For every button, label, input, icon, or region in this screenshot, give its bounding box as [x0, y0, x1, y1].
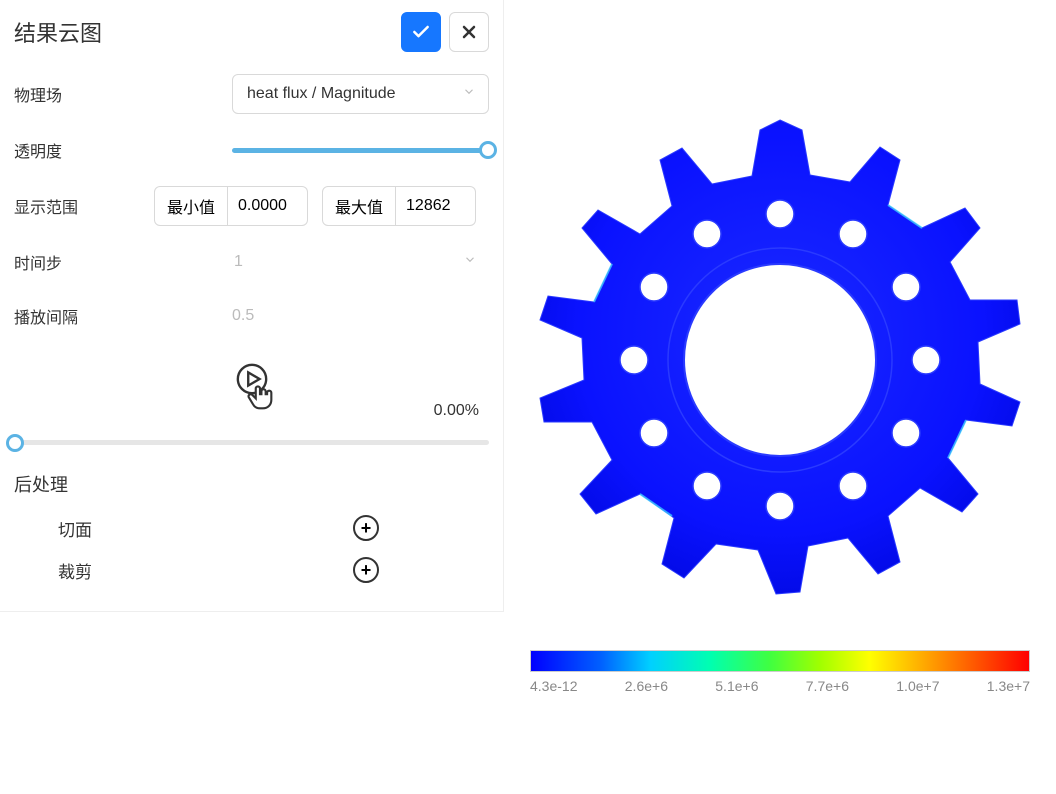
legend-labels: 4.3e-12 2.6e+6 5.1e+6 7.7e+6 1.0e+7 1.3e…: [530, 678, 1030, 694]
range-row: 显示范围 最小值 最大值: [14, 186, 489, 226]
clip-row: 裁剪 +: [14, 557, 489, 583]
range-max-label: 最大值: [322, 186, 396, 226]
chevron-down-icon: [462, 85, 476, 104]
slider-thumb[interactable]: [479, 141, 497, 159]
chevron-down-icon: [463, 253, 477, 272]
legend-tick: 2.6e+6: [625, 678, 668, 694]
plus-icon: +: [361, 518, 372, 539]
physics-row: 物理场 heat flux / Magnitude: [14, 74, 489, 114]
close-icon: [459, 22, 479, 42]
color-legend: 4.3e-12 2.6e+6 5.1e+6 7.7e+6 1.0e+7 1.3e…: [530, 650, 1030, 694]
check-icon: [411, 22, 431, 42]
legend-tick: 4.3e-12: [530, 678, 577, 694]
interval-label: 播放间隔: [14, 304, 124, 328]
timestep-value: 1: [234, 253, 243, 271]
section-row: 切面 +: [14, 515, 489, 541]
legend-tick: 1.3e+7: [987, 678, 1030, 694]
range-label: 显示范围: [14, 194, 124, 218]
postprocess-title: 后处理: [14, 471, 489, 497]
range-max-input[interactable]: [396, 186, 476, 226]
range-min-input[interactable]: [228, 186, 308, 226]
confirm-button[interactable]: [401, 12, 441, 52]
timestep-label: 时间步: [14, 250, 124, 274]
opacity-label: 透明度: [14, 138, 124, 162]
physics-select[interactable]: heat flux / Magnitude: [232, 74, 489, 114]
close-button[interactable]: [449, 12, 489, 52]
time-slider[interactable]: [14, 440, 489, 445]
settings-panel: 结果云图 物理场 heat flux / Magnitude 透明度 显示范围: [0, 0, 504, 612]
section-label: 切面: [58, 516, 92, 541]
opacity-row: 透明度: [14, 132, 489, 168]
panel-title: 结果云图: [14, 16, 102, 48]
add-clip-button[interactable]: +: [353, 557, 379, 583]
slider-thumb[interactable]: [6, 434, 24, 452]
gear-model: [520, 80, 1040, 640]
progress-percent: 0.00%: [434, 402, 479, 420]
add-section-button[interactable]: +: [353, 515, 379, 541]
range-min-group: 最小值: [154, 186, 308, 226]
timestep-select[interactable]: 1: [232, 247, 489, 277]
interval-row: 播放间隔 0.5: [14, 298, 489, 334]
clip-label: 裁剪: [58, 558, 92, 583]
physics-value: heat flux / Magnitude: [247, 85, 396, 103]
legend-gradient: [530, 650, 1030, 672]
legend-tick: 5.1e+6: [715, 678, 758, 694]
viewport-3d[interactable]: 4.3e-12 2.6e+6 5.1e+6 7.7e+6 1.0e+7 1.3e…: [504, 0, 1056, 794]
panel-header: 结果云图: [14, 12, 489, 52]
physics-label: 物理场: [14, 82, 124, 106]
timestep-row: 时间步 1: [14, 244, 489, 280]
legend-tick: 1.0e+7: [896, 678, 939, 694]
interval-value: 0.5: [232, 307, 254, 325]
play-icon: [235, 362, 269, 396]
opacity-slider[interactable]: [232, 148, 489, 153]
range-max-group: 最大值: [322, 186, 476, 226]
play-button[interactable]: [235, 362, 269, 396]
play-row: 0.00%: [14, 362, 489, 420]
range-min-label: 最小值: [154, 186, 228, 226]
header-actions: [401, 12, 489, 52]
legend-tick: 7.7e+6: [806, 678, 849, 694]
plus-icon: +: [361, 560, 372, 581]
